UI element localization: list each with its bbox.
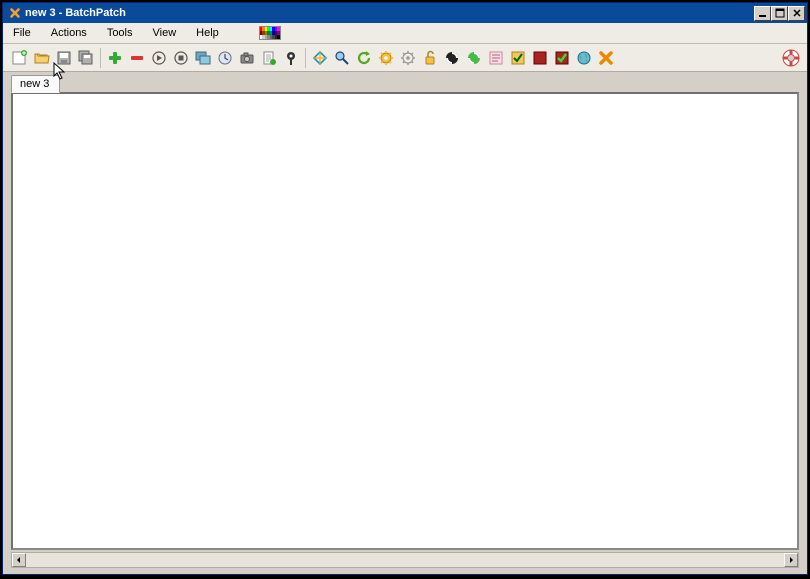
app-window: new 3 - BatchPatch File Actions Tools Vi… <box>2 2 808 575</box>
delete-x-button[interactable] <box>595 47 617 69</box>
menu-help[interactable]: Help <box>186 25 229 41</box>
window-title: new 3 - BatchPatch <box>25 7 754 19</box>
app-icon <box>8 6 22 20</box>
loader-green-button[interactable] <box>463 47 485 69</box>
gear-button[interactable] <box>375 47 397 69</box>
globe-button[interactable] <box>573 47 595 69</box>
save-button[interactable] <box>53 47 75 69</box>
snapshot-button[interactable] <box>236 47 258 69</box>
new-grid-button[interactable] <box>9 47 31 69</box>
stop-queue-button[interactable] <box>170 47 192 69</box>
scroll-right-button[interactable] <box>784 553 798 567</box>
play-queue-button[interactable] <box>148 47 170 69</box>
titlebar: new 3 - BatchPatch <box>3 3 807 23</box>
menu-view[interactable]: View <box>143 25 187 41</box>
grid-content-area[interactable] <box>11 92 799 550</box>
maximize-button[interactable] <box>771 6 788 21</box>
refresh-button[interactable] <box>353 47 375 69</box>
script-button[interactable] <box>258 47 280 69</box>
horizontal-scrollbar[interactable] <box>11 552 799 568</box>
loader-dark-button[interactable] <box>441 47 463 69</box>
check-green-button[interactable] <box>551 47 573 69</box>
lock-open-button[interactable] <box>419 47 441 69</box>
minimize-button[interactable] <box>754 6 771 21</box>
menu-file[interactable]: File <box>3 25 41 41</box>
add-host-button[interactable] <box>104 47 126 69</box>
search-zoom-button[interactable] <box>331 47 353 69</box>
color-palette-button[interactable] <box>259 26 281 40</box>
sync-diamond-button[interactable] <box>309 47 331 69</box>
pin-button[interactable] <box>280 47 302 69</box>
help-lifering-icon[interactable] <box>781 48 801 68</box>
open-folder-button[interactable] <box>31 47 53 69</box>
gear-outline-button[interactable] <box>397 47 419 69</box>
remote-desktop-button[interactable] <box>192 47 214 69</box>
menu-tools[interactable]: Tools <box>97 25 143 41</box>
menu-actions[interactable]: Actions <box>41 25 97 41</box>
todo-list-button[interactable] <box>485 47 507 69</box>
schedule-button[interactable] <box>214 47 236 69</box>
menubar: File Actions Tools View Help <box>3 23 807 44</box>
tab-active[interactable]: new 3 <box>11 75 60 93</box>
remove-host-button[interactable] <box>126 47 148 69</box>
tabstrip: new 3 <box>3 72 807 92</box>
red-block-button[interactable] <box>529 47 551 69</box>
check-box-button[interactable] <box>507 47 529 69</box>
toolbar <box>3 44 807 72</box>
scroll-left-button[interactable] <box>12 553 26 567</box>
close-button[interactable] <box>788 6 805 21</box>
save-all-button[interactable] <box>75 47 97 69</box>
